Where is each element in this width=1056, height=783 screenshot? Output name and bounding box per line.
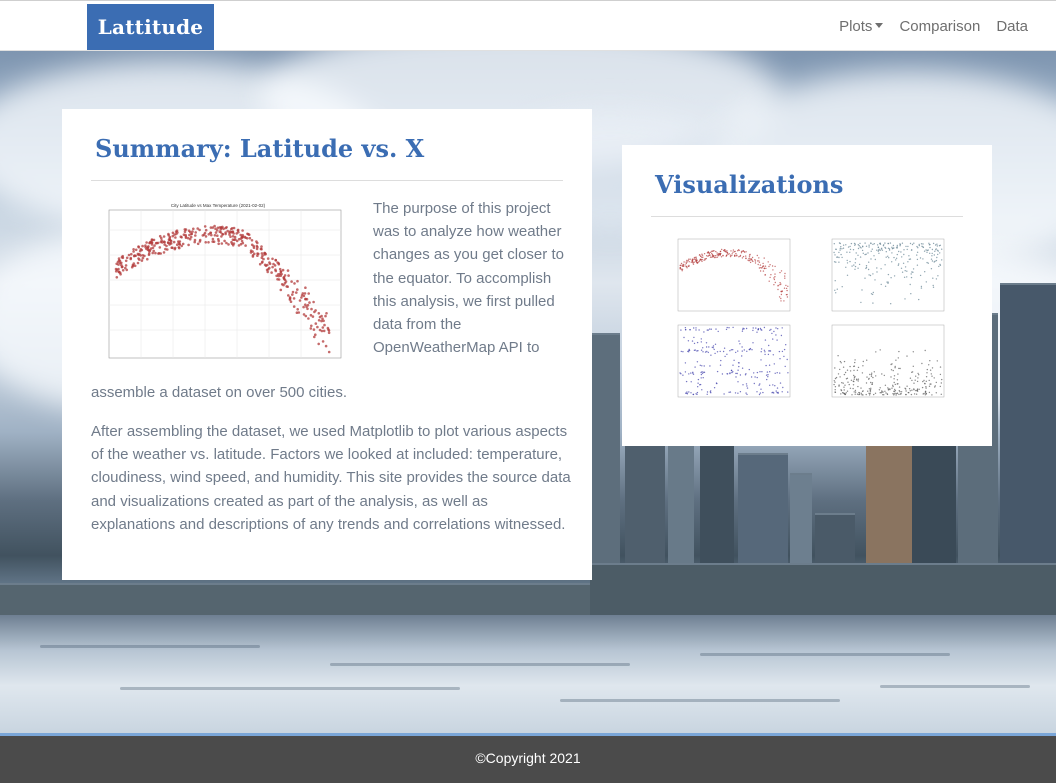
caret-down-icon [875,23,884,28]
thumb-temperature[interactable] [672,235,794,318]
temperature-plot-image: City Latitude vs Max Temperature (2021-0… [91,200,345,370]
nav-plots-label: Plots [839,18,873,35]
visualizations-grid [672,235,951,406]
thumb-cloudiness[interactable] [672,321,794,404]
temperature-plot-svg: City Latitude vs Max Temperature (2021-0… [108,203,342,359]
summary-divider [91,180,563,181]
brand-logo-link[interactable]: Lattitude [87,4,214,50]
navbar: Lattitude Plots Comparison Data [0,0,1056,51]
plot-title-text: City Latitude vs Max Temperature (2021-0… [171,203,266,208]
summary-card: Summary: Latitude vs. X City Latitude vs… [62,109,592,580]
nav-links: Plots Comparison Data [839,1,1028,52]
summary-title: Summary: Latitude vs. X [95,134,425,163]
visualizations-title: Visualizations [655,170,844,199]
visualizations-card: Visualizations [622,145,992,446]
summary-paragraph-1-tail: assemble a dataset on over 500 cities. [91,384,347,401]
visualizations-divider [651,216,963,217]
thumb-humidity[interactable] [826,235,948,318]
summary-paragraph-2: After assembling the dataset, we used Ma… [91,423,571,533]
footer: ©Copyright 2021 [0,736,1056,783]
nav-plots-dropdown[interactable]: Plots [839,18,884,35]
thumb-wind-speed[interactable] [826,321,948,404]
summary-paragraph-1-wrapped: The purpose of this project was to analy… [373,200,564,357]
footer-copyright: ©Copyright 2021 [475,750,581,766]
nav-comparison-link[interactable]: Comparison [899,18,980,35]
nav-data-link[interactable]: Data [996,18,1028,35]
